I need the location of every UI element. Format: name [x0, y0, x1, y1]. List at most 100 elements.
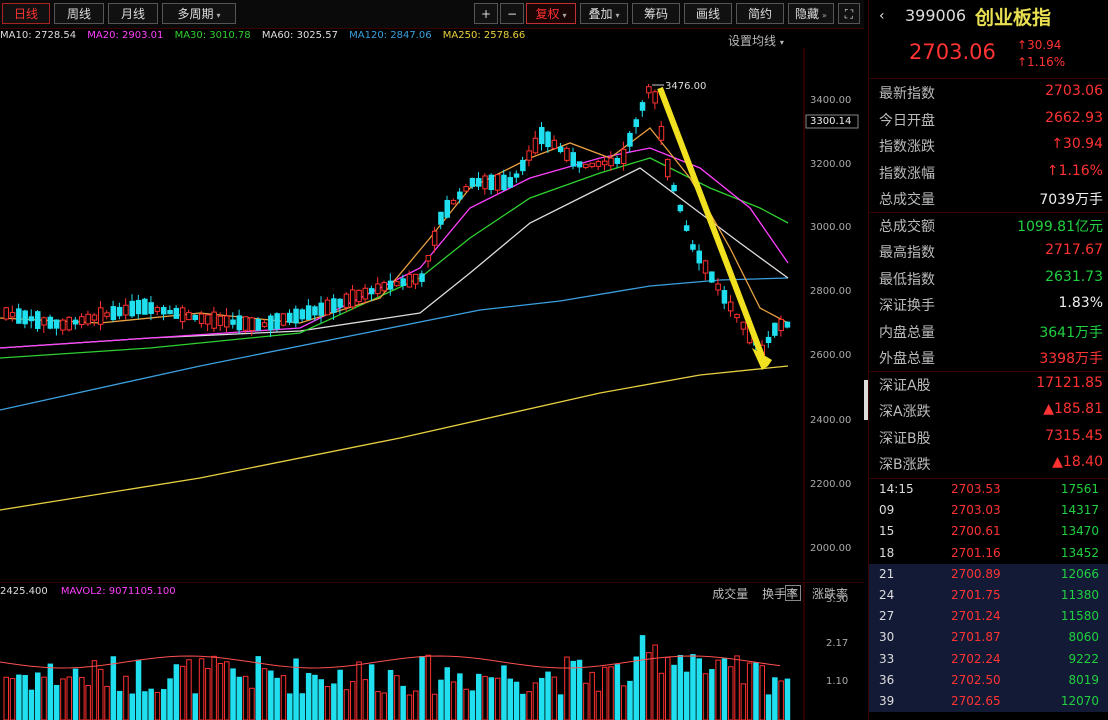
- candle-body: [274, 313, 280, 330]
- quote-row-label: 指数涨幅: [879, 165, 935, 182]
- quote-row-label: 深A涨跌: [879, 404, 931, 420]
- volume-bar: [236, 676, 243, 720]
- tick-volume: 9222: [1068, 651, 1099, 666]
- candle-body: [79, 316, 85, 325]
- volume-chart[interactable]: 3.302.171.10: [0, 582, 864, 720]
- candle-body: [639, 102, 646, 111]
- volume-bar: [72, 668, 79, 720]
- candle-body: [16, 308, 22, 324]
- restore-rights-dropdown[interactable]: 复权 ▾: [526, 3, 576, 24]
- volume-bar: [47, 663, 54, 720]
- multi-period-dropdown[interactable]: 多周期 ▾: [162, 3, 236, 24]
- volume-bar: [324, 686, 331, 720]
- candle-body: [268, 315, 274, 331]
- quote-row: 总成交额 1099.81亿元: [869, 212, 1108, 239]
- quote-row: 指数涨跌 ↑30.94: [869, 132, 1108, 159]
- candle-body: [91, 314, 98, 321]
- candlestick-chart[interactable]: 3476.00 3400.00 3300.14 3200.00 3000.00 2800…: [0, 48, 864, 580]
- tick-row: 33 2702.24 9222: [869, 648, 1108, 670]
- tab-daily[interactable]: 日线: [2, 3, 50, 24]
- candle-body: [280, 313, 287, 326]
- volume-bar: [513, 681, 520, 720]
- ma60-label: MA60: 3025.57: [261, 30, 338, 41]
- ma20-polyline: [0, 147, 789, 349]
- candle-body: [60, 319, 66, 331]
- overlay-dropdown[interactable]: 叠加 ▾: [580, 3, 628, 24]
- ma20-label: MA20: 2903.01: [87, 30, 164, 41]
- hide-button[interactable]: 隐藏»: [788, 3, 834, 24]
- candle-body: [513, 173, 520, 178]
- volume-bar: [457, 673, 463, 720]
- volume-bar: [350, 681, 356, 720]
- volume-bar: [431, 693, 438, 720]
- draw-line-button[interactable]: 画线: [684, 3, 732, 24]
- volume-tick-label: 2.17: [826, 638, 848, 649]
- quote-row: 深A涨跌 ▲185.81: [869, 397, 1108, 424]
- volume-bar: [740, 683, 747, 720]
- volume-bar: [205, 668, 211, 720]
- tick-price: 2702.24: [951, 651, 1001, 666]
- price-change: ↑30.94: [1017, 38, 1062, 52]
- chevron-left-icon[interactable]: ‹: [879, 8, 885, 24]
- close-icon[interactable]: ×: [785, 585, 801, 601]
- volume-bar: [3, 676, 9, 720]
- volume-bar: [425, 654, 432, 720]
- candle-body: [671, 184, 677, 192]
- zoom-in-button[interactable]: +: [474, 3, 498, 24]
- volume-bar: [690, 654, 696, 720]
- tick-time: 33: [879, 651, 895, 666]
- quote-row: 内盘总量 3641万手: [869, 318, 1108, 345]
- volume-bar: [627, 680, 633, 720]
- restore-rights-label: 复权: [535, 7, 560, 21]
- trend-arrow: [657, 86, 772, 370]
- zoom-out-button[interactable]: −: [500, 3, 524, 24]
- index-name: 创业板指: [975, 7, 1052, 29]
- volume-bar: [413, 690, 419, 720]
- fullscreen-icon[interactable]: ⛶: [838, 3, 860, 24]
- tick-volume: 11580: [1060, 609, 1099, 624]
- tab-weekly[interactable]: 周线: [54, 3, 104, 24]
- tab-monthly[interactable]: 月线: [108, 3, 158, 24]
- candle-body: [47, 316, 54, 329]
- price-tick-label: 2600.00: [810, 350, 851, 361]
- volume-bar: [381, 692, 387, 720]
- volume-bars: [3, 635, 791, 720]
- quote-row: 深B涨跌 ▲18.40: [869, 450, 1108, 477]
- candle-body: [236, 315, 243, 331]
- volume-bar: [526, 691, 532, 720]
- volume-bar: [343, 689, 350, 720]
- volume-bar: [709, 669, 715, 720]
- candle-body: [602, 160, 608, 166]
- candle-body: [242, 316, 249, 331]
- volume-bar: [274, 677, 280, 720]
- candle-body: [551, 139, 558, 149]
- chips-button[interactable]: 筹码: [632, 3, 680, 24]
- volume-bar: [463, 688, 469, 720]
- volume-bar: [116, 690, 123, 720]
- tab-change-rate[interactable]: 涨跌率: [812, 587, 848, 601]
- quote-row-label: 最高指数: [879, 245, 935, 261]
- volume-bar: [488, 677, 495, 720]
- candle-body: [179, 307, 186, 323]
- simple-mode-button[interactable]: 简约: [736, 3, 784, 24]
- candle-body: [135, 299, 142, 315]
- ma-settings-button[interactable]: 设置均线 ▾: [728, 32, 784, 49]
- quote-row-value: 7039万手: [1039, 192, 1103, 208]
- quote-row-value: 2717.67: [1045, 242, 1103, 258]
- quote-row-value: ▲185.81: [1043, 401, 1103, 417]
- volume-bar: [482, 675, 488, 720]
- candle-body: [620, 148, 627, 165]
- volume-bar: [602, 666, 608, 720]
- volume-tick-label: 1.10: [826, 676, 848, 687]
- volume-bar: [41, 676, 47, 720]
- candle-body: [337, 298, 343, 308]
- candle-body: [507, 177, 513, 188]
- volume-bar: [98, 668, 104, 720]
- volume-bar: [318, 679, 324, 720]
- quote-row-label: 深证A股: [879, 377, 931, 394]
- tab-volume[interactable]: 成交量: [712, 587, 748, 601]
- tick-price: 2700.89: [951, 566, 1001, 581]
- price-tick-label: 2200.00: [810, 479, 851, 490]
- candle-body: [702, 260, 709, 274]
- candle-body: [217, 315, 224, 326]
